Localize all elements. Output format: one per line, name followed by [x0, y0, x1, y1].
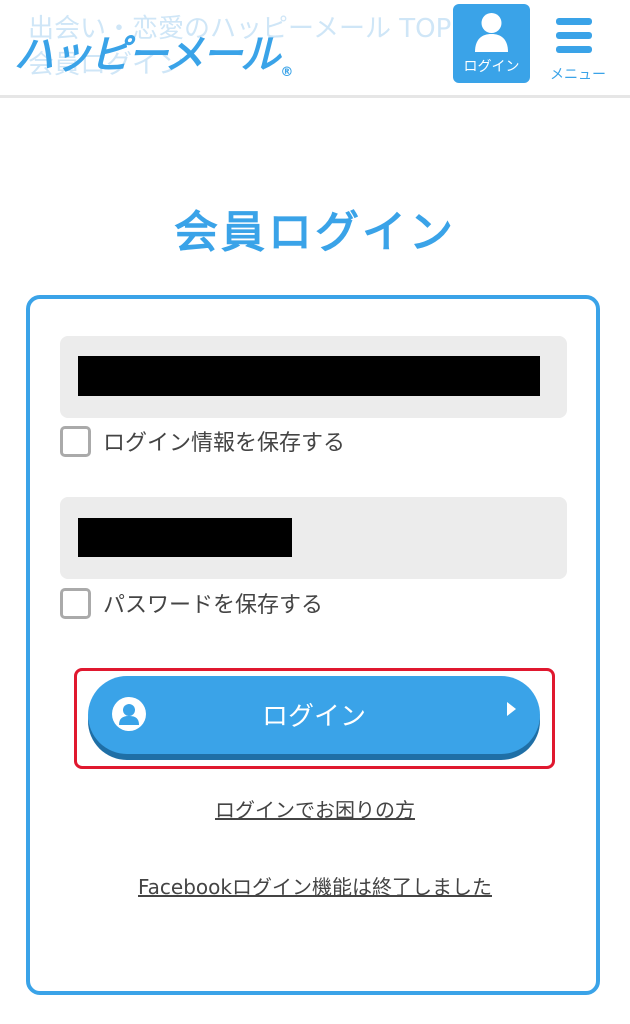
menu-button[interactable]: メニュー	[546, 10, 610, 86]
page-title: 会員ログイン	[174, 207, 456, 258]
play-arrow-icon	[507, 702, 516, 716]
facebook-login-notice-link[interactable]: Facebookログイン機能は終了しました	[0, 871, 630, 900]
logo[interactable]: ハッピーメール ®	[14, 22, 293, 80]
save-password-label[interactable]: パスワードを保存する	[103, 587, 323, 619]
redacted-password	[78, 518, 292, 557]
save-login-label[interactable]: ログイン情報を保存する	[103, 425, 345, 457]
save-login-checkbox[interactable]	[60, 425, 91, 457]
logo-text: ハッピーメール	[14, 32, 280, 78]
header-login-label: ログイン	[463, 58, 520, 74]
header-login-button[interactable]: ログイン	[453, 4, 530, 83]
login-trouble-link[interactable]: ログインでお困りの方	[0, 794, 630, 823]
login-button-label: ログイン	[261, 702, 366, 732]
login-button[interactable]: ログイン	[88, 676, 540, 754]
menu-label: メニュー	[550, 66, 606, 82]
registered-mark: ®	[280, 65, 293, 80]
save-login-row[interactable]: ログイン情報を保存する	[60, 424, 345, 458]
header: 出会い・恋愛のハッピーメール TOP 会員ログイン ハッピーメール ® ログイン …	[0, 0, 630, 98]
redacted-login-id	[78, 356, 540, 396]
save-password-checkbox[interactable]	[60, 587, 91, 619]
person-icon	[475, 13, 508, 52]
save-password-row[interactable]: パスワードを保存する	[60, 586, 323, 620]
